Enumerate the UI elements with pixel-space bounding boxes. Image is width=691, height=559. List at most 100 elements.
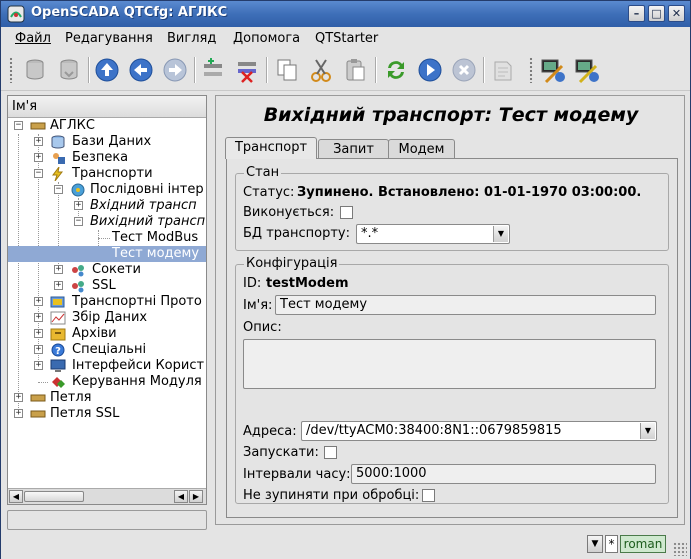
running-checkbox[interactable] bbox=[340, 206, 353, 219]
expand-icon[interactable]: + bbox=[34, 153, 43, 162]
serial-interface-icon bbox=[71, 183, 85, 197]
scroll-thumb[interactable] bbox=[24, 491, 84, 502]
tree-item-user-interfaces[interactable]: + Інтерфейси Корист bbox=[8, 358, 206, 374]
database-icon bbox=[51, 135, 65, 149]
tree-item-special[interactable]: + ? Спеціальні bbox=[8, 342, 206, 358]
expand-icon[interactable]: + bbox=[34, 361, 43, 370]
expand-icon[interactable]: + bbox=[14, 393, 23, 402]
tree-item-label: Інтерфейси Корист bbox=[72, 358, 205, 373]
close-button[interactable]: ✕ bbox=[668, 5, 685, 22]
forward-icon[interactable] bbox=[161, 56, 189, 84]
status-dropdown-chevron-down-icon[interactable]: ▼ bbox=[587, 535, 603, 553]
tree-horizontal-scrollbar[interactable]: ◀ ◀ ▶ bbox=[8, 488, 206, 504]
tree-column-header[interactable]: Ім'я bbox=[8, 96, 206, 118]
delete-item-icon[interactable] bbox=[233, 56, 261, 84]
connect-station-icon[interactable] bbox=[539, 56, 567, 84]
expand-icon[interactable]: + bbox=[74, 201, 83, 210]
expand-icon[interactable]: + bbox=[34, 345, 43, 354]
tree-item-label: Безпека bbox=[72, 150, 129, 165]
panel-splitter[interactable] bbox=[210, 95, 214, 525]
config-group: Конфігурація ID: testModem Ім'я: Тест мо… bbox=[235, 256, 669, 504]
back-icon[interactable] bbox=[127, 56, 155, 84]
lightning-icon bbox=[52, 167, 64, 181]
title-bar[interactable]: OpenSCADA QTCfg: АГЛКС – □ ✕ bbox=[1, 1, 690, 27]
description-textarea[interactable] bbox=[243, 339, 656, 389]
tree-item-root[interactable]: − АГЛКС bbox=[8, 118, 206, 134]
protocol-icon bbox=[50, 296, 65, 308]
expand-icon[interactable]: + bbox=[34, 137, 43, 146]
tree-item-data-acquisition[interactable]: + Збір Даних bbox=[8, 310, 206, 326]
expand-icon[interactable]: + bbox=[54, 281, 63, 290]
expand-icon[interactable]: + bbox=[34, 329, 43, 338]
tree-item-test-modbus[interactable]: Тест ModBus bbox=[8, 230, 206, 246]
tree-item-transport-protocols[interactable]: + Транспортні Прото bbox=[8, 294, 206, 310]
refresh-icon[interactable] bbox=[382, 56, 410, 84]
stop-icon[interactable] bbox=[450, 56, 478, 84]
tab-modem[interactable]: Модем bbox=[388, 139, 455, 159]
tree-item-databases[interactable]: + Бази Даних bbox=[8, 134, 206, 150]
expand-icon[interactable]: + bbox=[14, 409, 23, 418]
expand-icon[interactable]: + bbox=[54, 265, 63, 274]
menu-help[interactable]: Допомога bbox=[233, 31, 300, 46]
toolbar-separator bbox=[266, 57, 268, 83]
menu-edit[interactable]: Редагування bbox=[65, 31, 153, 46]
start-icon[interactable] bbox=[416, 56, 444, 84]
page-title: Вихідний транспорт: Тест модему bbox=[263, 104, 639, 126]
chevron-down-icon[interactable]: ▼ bbox=[493, 226, 508, 242]
paste-icon[interactable] bbox=[341, 56, 369, 84]
collapse-icon[interactable]: − bbox=[14, 121, 23, 130]
tab-content: Стан Статус: Зупинено. Встановлено: 01-0… bbox=[226, 158, 678, 518]
chevron-down-icon[interactable]: ▼ bbox=[640, 423, 655, 439]
db-transport-select[interactable]: *.* ▼ bbox=[356, 224, 510, 244]
address-combobox[interactable]: /dev/ttyACM0:38400:8N1::0679859815 ▼ bbox=[301, 421, 657, 441]
db-load-icon[interactable] bbox=[21, 56, 49, 84]
expand-icon[interactable]: + bbox=[34, 297, 43, 306]
tree-item-transports[interactable]: − Транспорти bbox=[8, 166, 206, 182]
disconnect-station-icon[interactable] bbox=[573, 56, 601, 84]
modules-icon bbox=[52, 377, 65, 388]
state-group: Стан Статус: Зупинено. Встановлено: 01-0… bbox=[235, 165, 669, 251]
info-icon[interactable] bbox=[489, 56, 517, 84]
menu-qtstarter[interactable]: QTStarter bbox=[315, 31, 378, 46]
tree-item-serial[interactable]: − Послідовні інтер bbox=[8, 182, 206, 198]
menu-view[interactable]: Вигляд bbox=[167, 31, 216, 46]
tree-item-loop-ssl[interactable]: + Петля SSL bbox=[8, 406, 206, 422]
menu-file[interactable]: Файл bbox=[15, 31, 51, 46]
toolbar-grip[interactable] bbox=[9, 57, 13, 83]
maximize-button[interactable]: □ bbox=[648, 5, 665, 22]
archive-icon bbox=[50, 328, 66, 341]
tree-item-loop[interactable]: + Петля bbox=[8, 390, 206, 406]
tree-item-archives[interactable]: + Архіви bbox=[8, 326, 206, 342]
collapse-icon[interactable]: − bbox=[34, 169, 43, 178]
tree-item-label: Керування Модуля bbox=[72, 374, 202, 389]
scroll-left-icon[interactable]: ◀ bbox=[9, 490, 23, 503]
tree-item-input-transport[interactable]: + Вхідний трансп bbox=[8, 198, 206, 214]
scroll-left-icon[interactable]: ◀ bbox=[174, 490, 188, 503]
up-icon[interactable] bbox=[93, 56, 121, 84]
add-item-icon[interactable] bbox=[199, 56, 227, 84]
tree-item-module-control[interactable]: Керування Модуля bbox=[8, 374, 206, 390]
copy-icon[interactable] bbox=[273, 56, 301, 84]
resize-grip[interactable] bbox=[673, 542, 687, 556]
time-intervals-field[interactable]: 5000:1000 bbox=[351, 464, 656, 484]
collapse-icon[interactable]: − bbox=[54, 185, 63, 194]
tree-item-security[interactable]: + Безпека bbox=[8, 150, 206, 166]
collapse-icon[interactable]: − bbox=[74, 217, 83, 226]
user-badge[interactable]: roman bbox=[620, 535, 666, 553]
name-field[interactable]: Тест модему bbox=[275, 295, 656, 315]
autostart-checkbox[interactable] bbox=[324, 446, 337, 459]
scroll-right-icon[interactable]: ▶ bbox=[189, 490, 203, 503]
tree-item-label: SSL bbox=[92, 278, 116, 293]
tree-item-ssl[interactable]: + SSL bbox=[8, 278, 206, 294]
expand-icon[interactable]: + bbox=[34, 313, 43, 322]
tree-item-sockets[interactable]: + Сокети bbox=[8, 262, 206, 278]
toolbar-grip[interactable] bbox=[529, 57, 533, 83]
no-stop-on-proc-checkbox[interactable] bbox=[422, 489, 435, 502]
tab-transport[interactable]: Транспорт bbox=[225, 137, 317, 159]
tab-request[interactable]: Запит bbox=[318, 139, 389, 159]
tree-item-output-transport[interactable]: − Вихідний трансп bbox=[8, 214, 206, 230]
minimize-button[interactable]: – bbox=[628, 5, 645, 22]
db-save-icon[interactable] bbox=[55, 56, 83, 84]
cut-icon[interactable] bbox=[307, 56, 335, 84]
tree-item-test-modem[interactable]: Тест модему bbox=[8, 246, 206, 262]
